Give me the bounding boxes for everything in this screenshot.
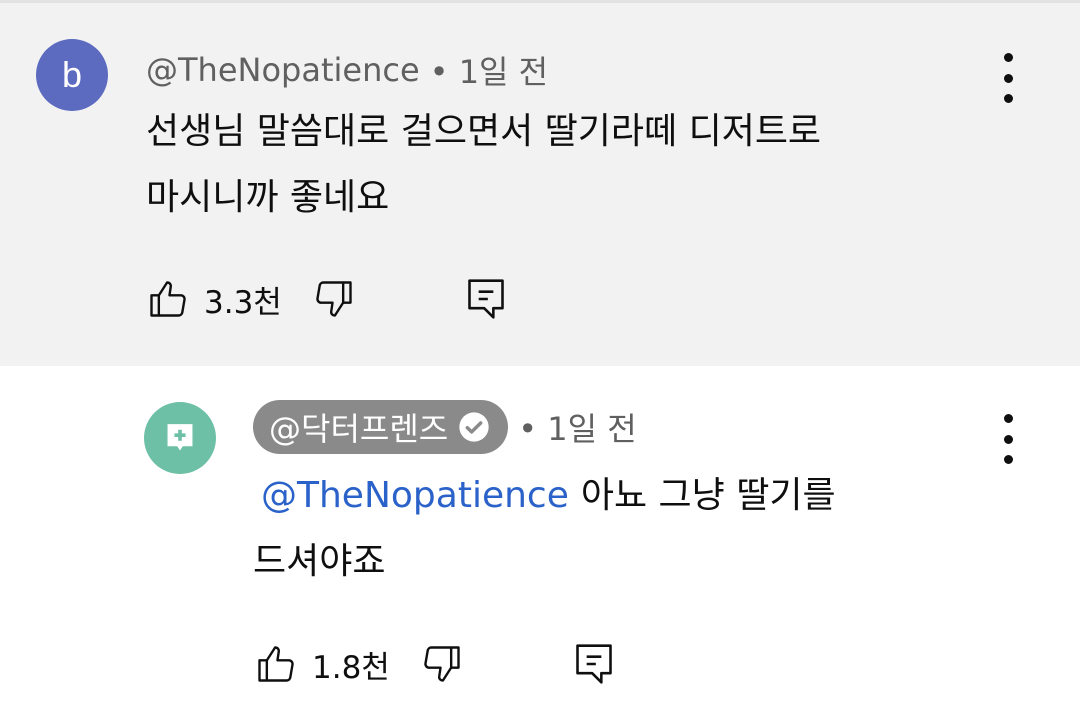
thumbs-down-icon[interactable]: [420, 642, 464, 686]
more-vert-icon: [1003, 414, 1013, 423]
reply-icon[interactable]: [572, 640, 616, 688]
thumbs-up-icon[interactable]: [254, 642, 298, 686]
like-count: 3.3천: [204, 284, 282, 321]
reply-text-line: 드셔야죠: [253, 541, 386, 582]
channel-handle-badge[interactable]: @닥터프렌즈: [253, 400, 509, 454]
comment-actions: 3.3천: [146, 275, 508, 323]
comment-author[interactable]: @TheNopatience: [146, 51, 420, 89]
thumbs-up-icon[interactable]: [146, 277, 190, 321]
like-count: 1.8천: [312, 649, 390, 686]
more-options-button[interactable]: [998, 414, 1018, 464]
avatar-letter: b: [61, 54, 83, 95]
thumbs-down-icon[interactable]: [312, 277, 356, 321]
verified-icon: [459, 412, 489, 442]
reply-text-line: @TheNopatience 아뇨 그냥 딸기를: [253, 463, 836, 529]
comment-text-line: 선생님 말씀대로 걸으면서 딸기라떼 디저트로: [146, 111, 822, 152]
reply-text-content: 아뇨 그냥 딸기를: [580, 475, 836, 516]
reply-text: @TheNopatience 아뇨 그냥 딸기를 드셔야죠: [253, 463, 836, 595]
reply-meta: @닥터프렌즈 • 1일 전: [253, 400, 637, 454]
avatar[interactable]: [144, 402, 216, 474]
reply-actions: 1.8천: [254, 640, 616, 688]
reply-icon[interactable]: [464, 275, 508, 323]
reply-author: @닥터프렌즈: [269, 410, 449, 448]
comment-card: b @TheNopatience • 1일 전 선생님 말씀대로 걸으면서 딸기…: [0, 0, 1080, 366]
comment-meta: @TheNopatience • 1일 전: [146, 47, 548, 93]
comment-text-line: 마시니까 좋네요: [146, 177, 390, 218]
reply-time: • 1일 전: [518, 410, 637, 448]
avatar[interactable]: b: [36, 39, 108, 111]
medical-plus-icon: [167, 424, 193, 451]
comment-time: • 1일 전: [429, 53, 549, 91]
reply-card: @닥터프렌즈 • 1일 전 @TheNopatience 아뇨 그냥 딸기를 드셔…: [0, 366, 1080, 726]
mention-link[interactable]: @TheNopatience: [261, 475, 569, 516]
more-options-button[interactable]: [998, 53, 1018, 103]
more-vert-icon: [1003, 53, 1013, 62]
comment-text: 선생님 말씀대로 걸으면서 딸기라떼 디저트로 마시니까 좋네요: [146, 99, 821, 231]
